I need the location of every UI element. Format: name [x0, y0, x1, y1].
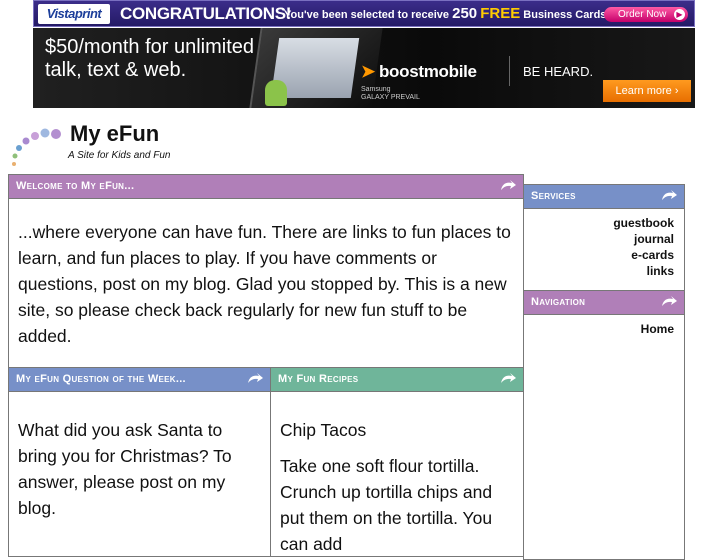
device-model: GALAXY PREVAIL: [361, 94, 420, 101]
boost-mobile-ad-banner[interactable]: $50/month for unlimited talk, text & web…: [33, 28, 695, 108]
learn-more-label: Learn more: [615, 85, 672, 97]
recipes-panel-title: My Fun Recipes: [278, 373, 359, 385]
link-links[interactable]: links: [524, 263, 684, 279]
boost-mobile-logo: ➤ boostmobile: [361, 62, 477, 82]
ad-divider: [509, 56, 510, 86]
ad-slogan: BE HEARD.: [523, 64, 594, 79]
link-e-cards[interactable]: e-cards: [524, 247, 684, 263]
services-panel: Services guestbook journal e-cards links: [523, 184, 685, 294]
vistaprint-logo: Vistaprint: [38, 4, 110, 24]
ad-offer-text: You've been selected to receive 250 FREE…: [284, 5, 606, 24]
order-now-label: Order Now: [618, 9, 667, 20]
curl-arrow-icon: [501, 180, 516, 190]
question-panel-header: My eFun Question of the Week...: [9, 368, 270, 392]
ad-offer-free: FREE: [480, 5, 521, 22]
dots-arc-logo-icon: [12, 128, 61, 166]
welcome-panel-title: Welcome to My eFun...: [16, 180, 135, 192]
curl-arrow-icon: [662, 296, 677, 306]
learn-more-button[interactable]: Learn more ›: [603, 80, 691, 102]
order-now-button[interactable]: Order Now ▶: [604, 7, 688, 22]
question-panel: My eFun Question of the Week... What did…: [8, 367, 271, 557]
recipe-text: Take one soft flour tortilla. Crunch up …: [280, 456, 493, 554]
navigation-panel-title: Navigation: [531, 296, 586, 308]
curl-arrow-icon: [501, 373, 516, 383]
services-links: guestbook journal e-cards links: [524, 215, 684, 279]
question-panel-title: My eFun Question of the Week...: [16, 373, 186, 385]
services-panel-title: Services: [531, 190, 576, 202]
navigation-links: Home: [524, 321, 684, 337]
link-journal[interactable]: journal: [524, 231, 684, 247]
site-title: My eFun: [70, 121, 160, 146]
device-name: Samsung GALAXY PREVAIL: [361, 86, 420, 102]
welcome-text: ...where everyone can have fun. There ar…: [18, 222, 511, 346]
recipes-panel-header: My Fun Recipes: [271, 368, 523, 392]
ad-offer-pre: You've been selected to receive: [284, 9, 450, 21]
site-tagline: A Site for Kids and Fun: [68, 150, 171, 161]
boost-logo-text: boostmobile: [378, 62, 477, 81]
recipe-name: Chip Tacos: [280, 420, 367, 440]
ad-congrats-text: CONGRATULATIONS!: [120, 4, 292, 23]
device-brand: Samsung: [361, 86, 391, 93]
welcome-panel: Welcome to My eFun... ...where everyone …: [8, 174, 524, 368]
navigation-panel-header: Navigation: [524, 291, 684, 315]
recipes-panel: My Fun Recipes Chip Tacos Take one soft …: [270, 367, 524, 557]
services-panel-header: Services: [524, 185, 684, 209]
curl-arrow-icon: [248, 373, 263, 383]
navigation-panel: Navigation Home: [523, 290, 685, 560]
link-home[interactable]: Home: [524, 321, 684, 337]
vistaprint-ad-banner[interactable]: Vistaprint CONGRATULATIONS! You've been …: [33, 0, 695, 27]
question-text: What did you ask Santa to bring you for …: [18, 420, 232, 518]
arrow-right-icon: ▶: [674, 9, 685, 20]
boost-arrow-icon: ➤: [361, 62, 375, 81]
curl-arrow-icon: [662, 190, 677, 200]
android-robot-icon: [265, 80, 287, 106]
link-guestbook[interactable]: guestbook: [524, 215, 684, 231]
ad-offer-count: 250: [452, 5, 478, 22]
ad-tagline: $50/month for unlimited talk, text & web…: [45, 36, 255, 81]
ad-offer-post: Business Cards: [523, 9, 607, 21]
welcome-panel-header: Welcome to My eFun...: [9, 175, 523, 199]
